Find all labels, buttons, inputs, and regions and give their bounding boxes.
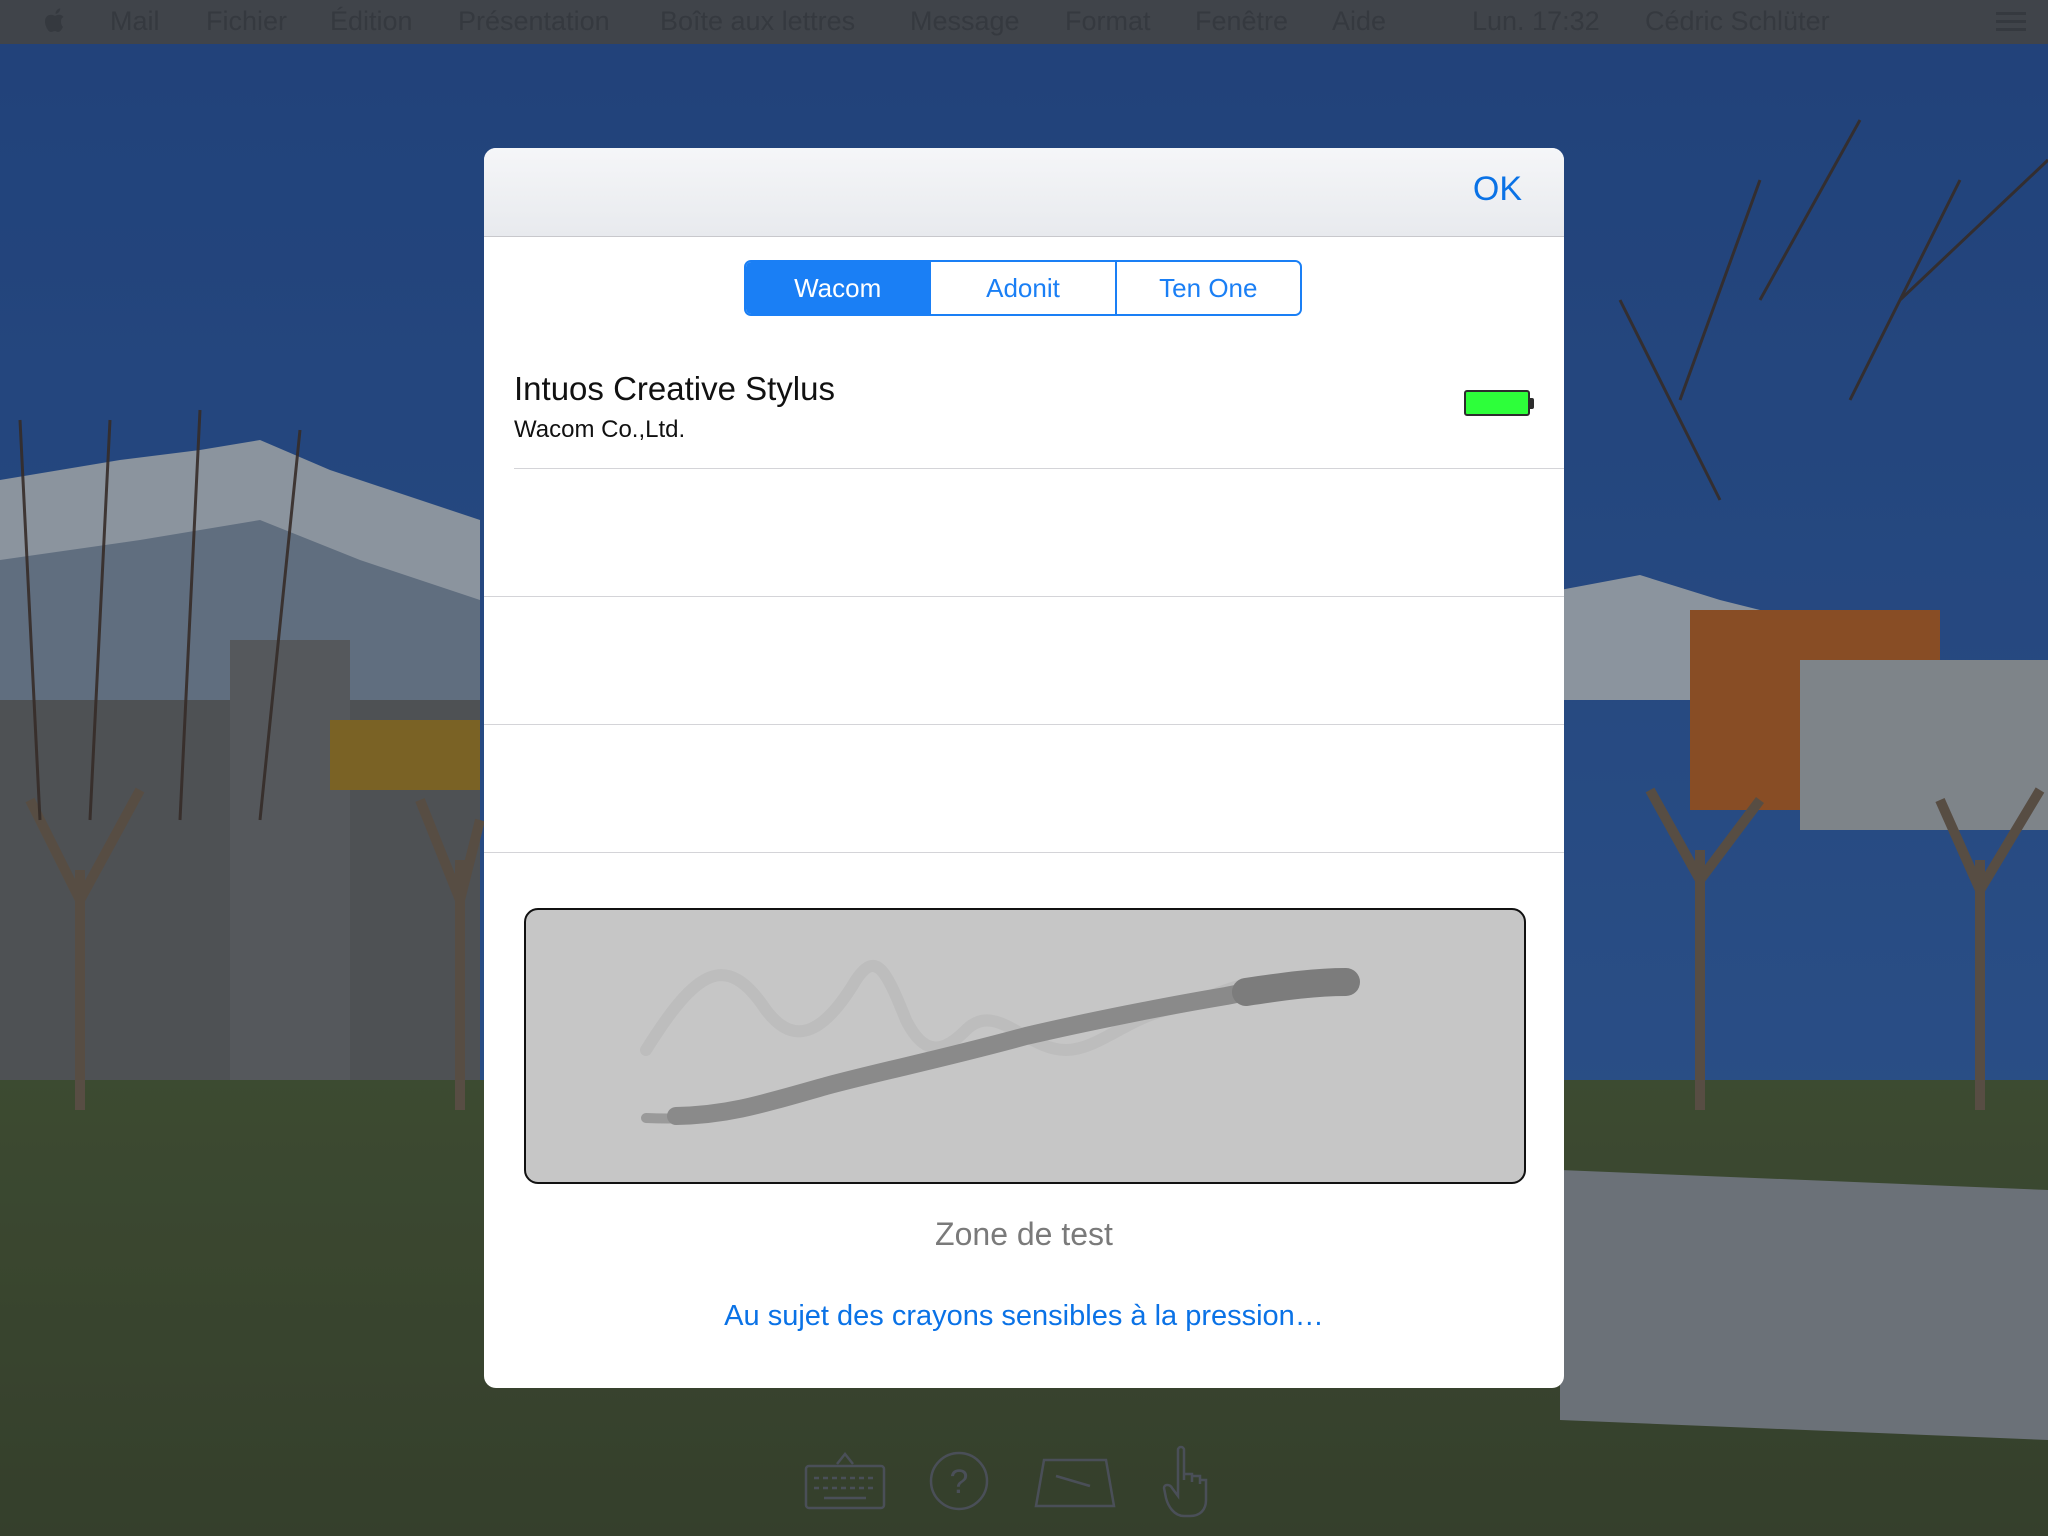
ok-button[interactable]: OK <box>1473 170 1522 209</box>
keyboard-icon[interactable] <box>804 1450 886 1512</box>
battery-icon <box>1464 390 1534 418</box>
dialog-header: OK <box>484 148 1564 237</box>
empty-list-row <box>484 597 1564 725</box>
battery-level <box>1464 390 1530 416</box>
stylus-settings-dialog: OK Wacom Adonit Ten One Intuos Creative … <box>484 148 1564 1388</box>
test-stroke-drawing <box>640 960 1360 1125</box>
help-icon[interactable]: ? <box>928 1450 990 1512</box>
empty-list-row <box>484 725 1564 853</box>
tab-adonit[interactable]: Adonit <box>929 262 1115 314</box>
device-row[interactable]: Intuos Creative Stylus Wacom Co.,Ltd. <box>514 358 1564 469</box>
svg-text:?: ? <box>950 1463 969 1501</box>
stylus-brand-segmented-control: Wacom Adonit Ten One <box>744 260 1302 316</box>
battery-tip <box>1529 398 1534 409</box>
hand-pointer-icon[interactable] <box>1160 1444 1212 1520</box>
about-pressure-styluses-link[interactable]: Au sujet des crayons sensibles à la pres… <box>484 1300 1564 1333</box>
tab-ten-one[interactable]: Ten One <box>1114 262 1300 314</box>
trackpad-icon[interactable] <box>1034 1450 1116 1512</box>
test-zone-label: Zone de test <box>935 1216 1113 1252</box>
device-name: Intuos Creative Stylus <box>514 370 835 407</box>
empty-list-row <box>484 469 1564 597</box>
tab-wacom[interactable]: Wacom <box>746 262 930 314</box>
pressure-test-area[interactable] <box>524 908 1526 1184</box>
device-maker: Wacom Co.,Ltd. <box>514 416 686 443</box>
